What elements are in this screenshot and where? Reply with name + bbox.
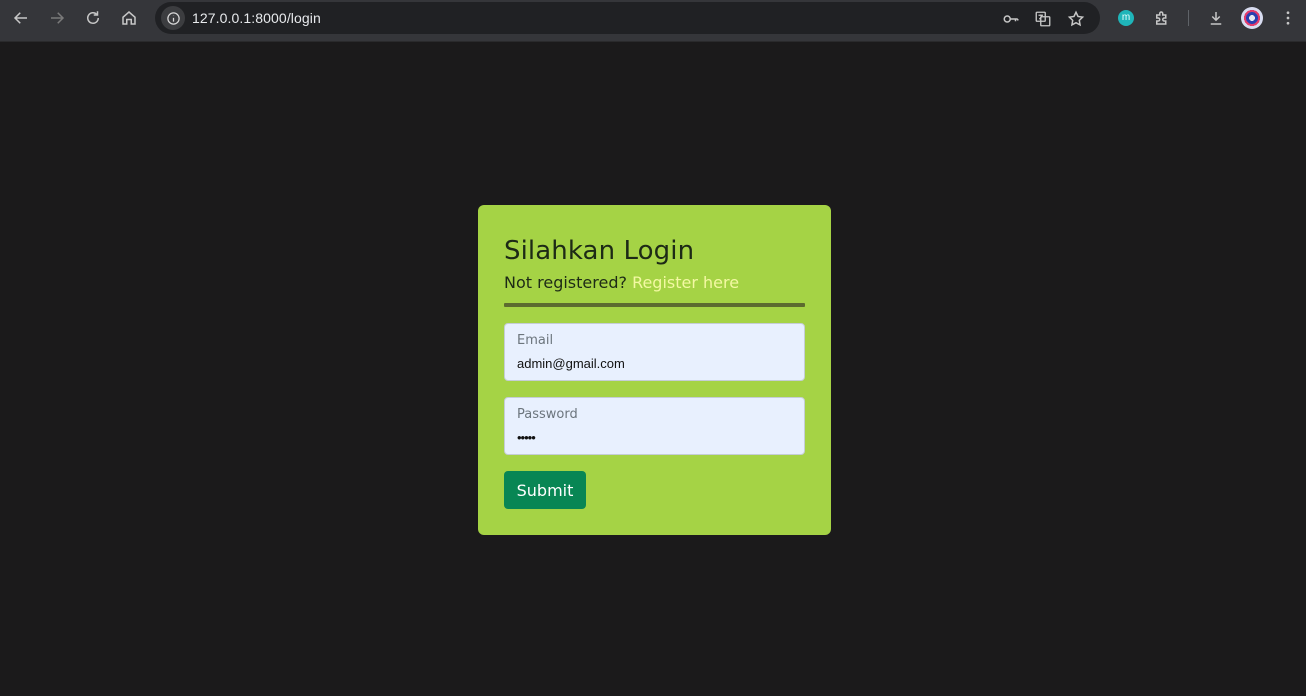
download-icon[interactable] [1205, 7, 1227, 29]
register-prompt-text: Not registered? [504, 273, 627, 292]
more-menu-icon[interactable] [1277, 7, 1299, 29]
register-prompt: Not registered? Register here [504, 273, 739, 292]
login-card: Silahkan Login Not registered? Register … [478, 205, 831, 535]
browser-toolbar: 127.0.0.1:8000/login m [0, 0, 1306, 42]
password-label: Password [517, 407, 578, 422]
profile-avatar[interactable] [1241, 7, 1263, 29]
translate-icon[interactable] [1033, 9, 1053, 29]
extensions-puzzle-icon[interactable] [1151, 7, 1173, 29]
login-title: Silahkan Login [504, 236, 695, 266]
back-icon[interactable] [5, 5, 37, 31]
extension-m-icon[interactable]: m [1118, 10, 1134, 26]
bookmark-star-icon[interactable] [1066, 9, 1086, 29]
password-input[interactable] [517, 428, 787, 446]
site-info-icon[interactable] [161, 6, 185, 30]
password-key-icon[interactable] [1001, 9, 1021, 29]
home-icon[interactable] [113, 5, 145, 31]
reload-icon[interactable] [77, 5, 109, 31]
register-link[interactable]: Register here [632, 273, 739, 292]
url-text[interactable]: 127.0.0.1:8000/login [192, 10, 321, 26]
submit-button[interactable]: Submit [504, 471, 586, 509]
email-field[interactable]: Email [504, 323, 805, 381]
email-label: Email [517, 333, 554, 348]
email-input[interactable] [517, 354, 787, 372]
title-divider [504, 303, 805, 307]
toolbar-divider [1188, 10, 1189, 26]
address-bar[interactable]: 127.0.0.1:8000/login [155, 2, 1100, 34]
forward-icon[interactable] [41, 5, 73, 31]
password-field[interactable]: Password [504, 397, 805, 455]
